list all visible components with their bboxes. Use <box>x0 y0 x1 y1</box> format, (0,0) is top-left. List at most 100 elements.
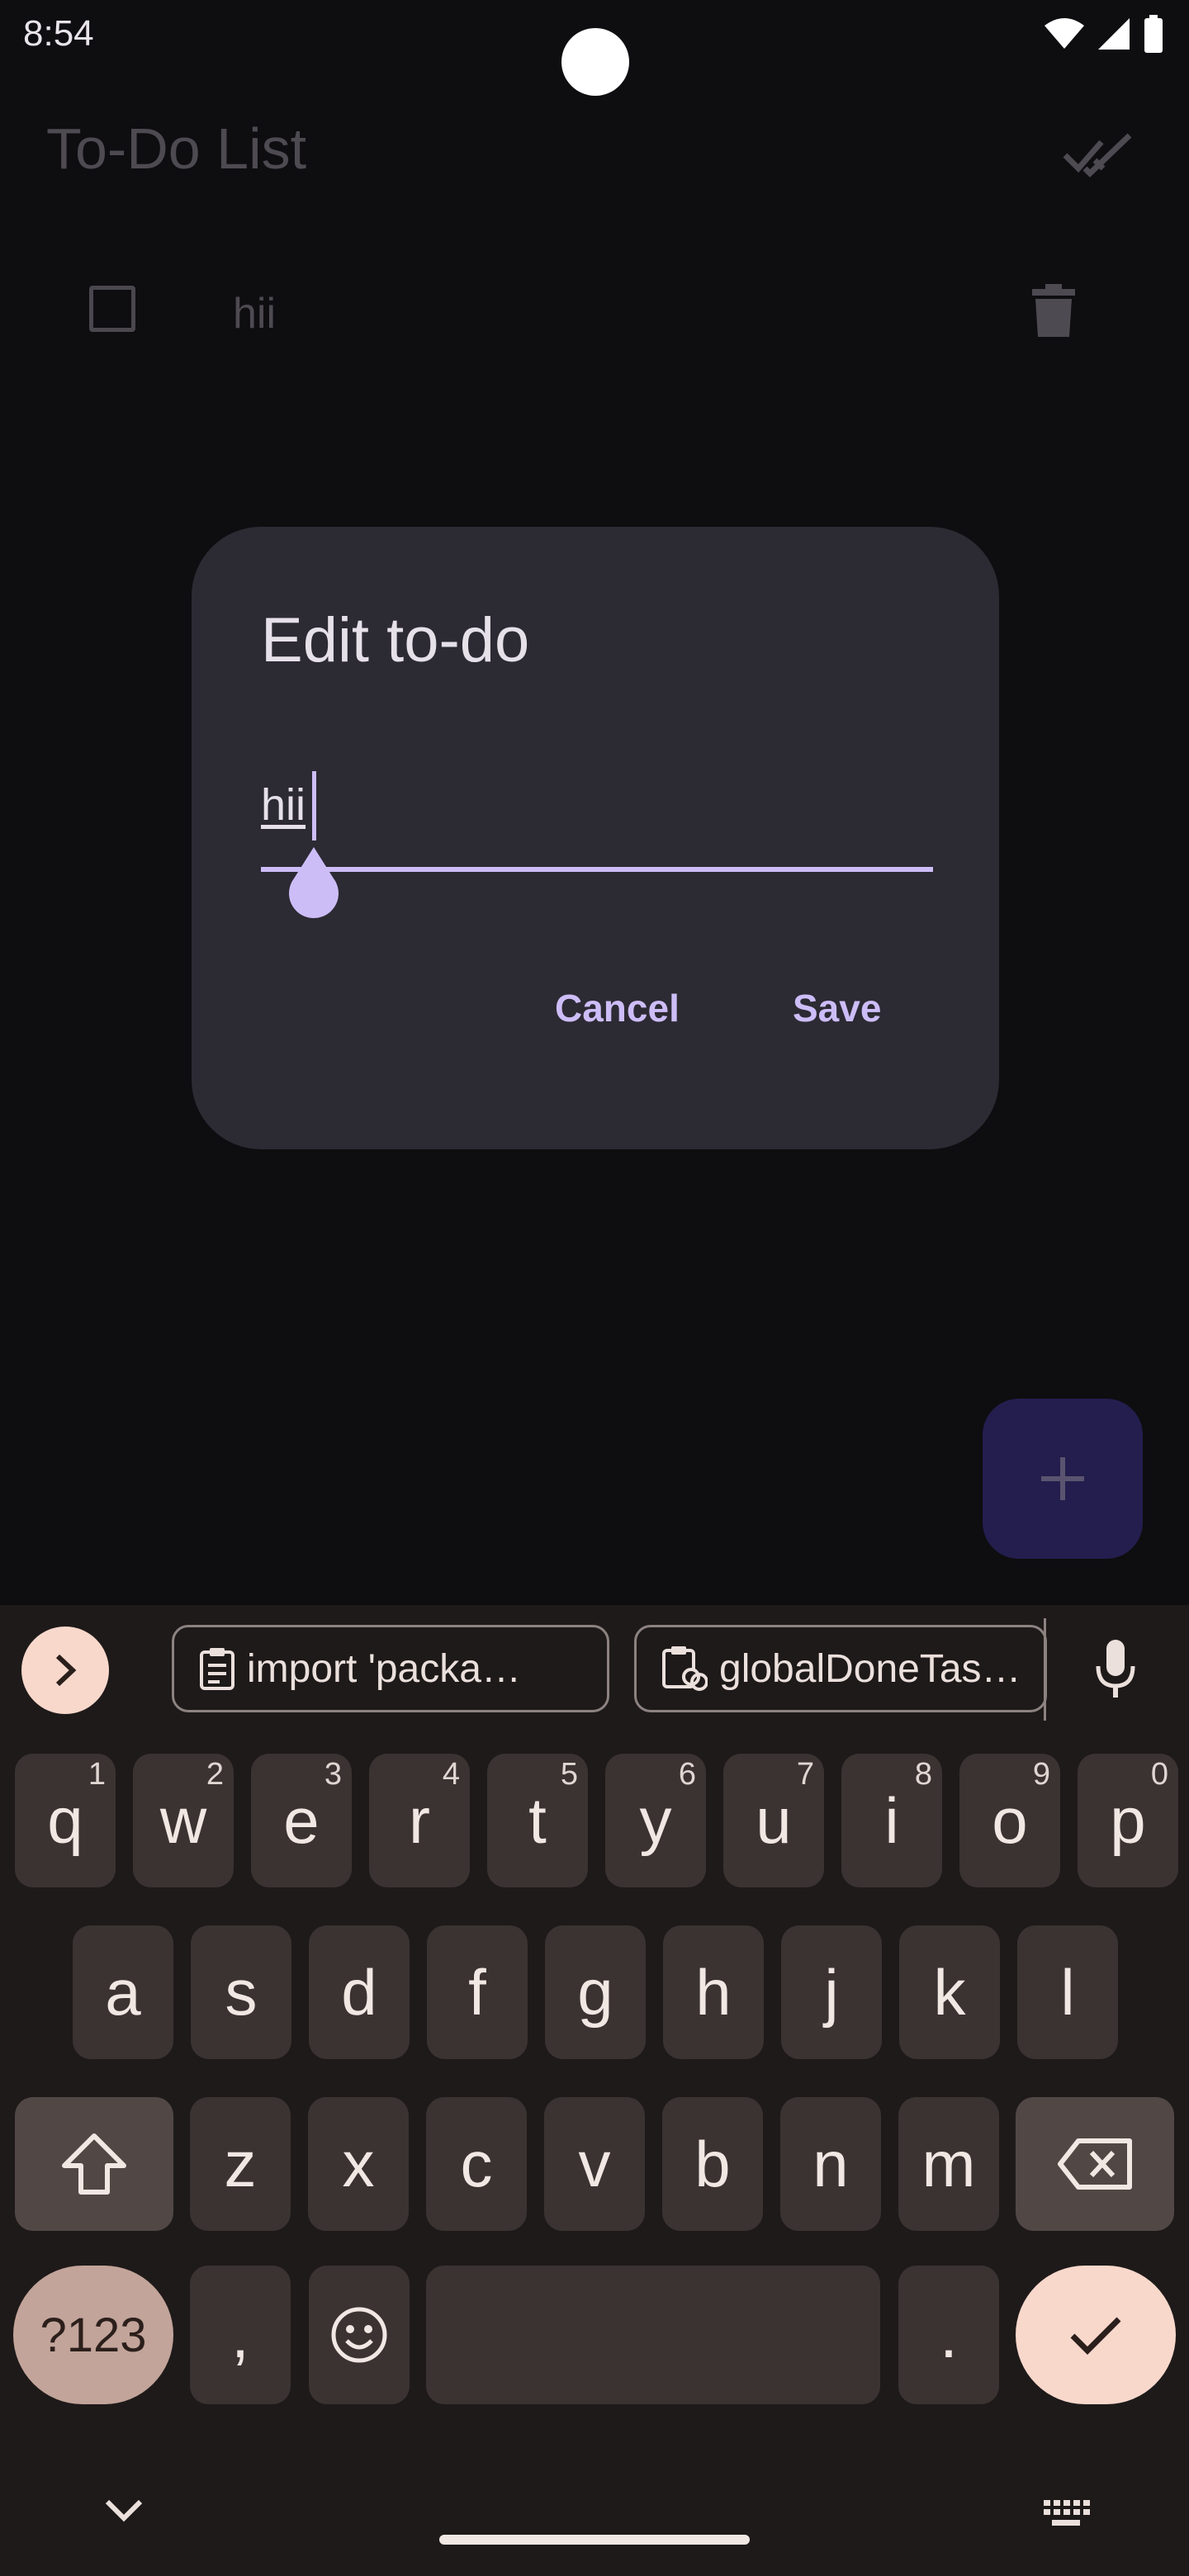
key-hint: 6 <box>678 1757 696 1792</box>
key-u[interactable]: u7 <box>723 1754 824 1887</box>
key-hint: 4 <box>442 1757 460 1792</box>
clipboard-chip[interactable]: globalDoneTas… <box>634 1625 1047 1712</box>
emoji-key[interactable] <box>309 2266 410 2404</box>
key-hint: 1 <box>88 1757 106 1792</box>
key-a[interactable]: a <box>73 1925 173 2059</box>
clipboard-link-icon <box>662 1646 708 1691</box>
clipboard-chip-label: import 'packa… <box>247 1646 521 1691</box>
key-e[interactable]: e3 <box>251 1754 352 1887</box>
status-icons <box>1044 15 1164 53</box>
key-w[interactable]: w2 <box>133 1754 234 1887</box>
key-t[interactable]: t5 <box>487 1754 588 1887</box>
clipboard-chip-label: globalDoneTas… <box>719 1646 1021 1691</box>
key-n[interactable]: n <box>780 2097 881 2231</box>
key-label: w <box>159 1783 207 1857</box>
key-r[interactable]: r4 <box>369 1754 470 1887</box>
key-hint: 5 <box>560 1757 578 1792</box>
key-v[interactable]: v <box>544 2097 645 2231</box>
check-icon <box>1070 2317 1121 2355</box>
app-title: To-Do List <box>46 116 307 181</box>
key-label: e <box>283 1783 320 1857</box>
cursor-handle-icon[interactable] <box>281 839 347 930</box>
key-c[interactable]: c <box>426 2097 527 2231</box>
shift-key[interactable] <box>15 2097 173 2231</box>
key-hint: 0 <box>1150 1757 1168 1792</box>
enter-key[interactable] <box>1016 2266 1176 2404</box>
clipboard-chip[interactable]: import 'packa… <box>172 1625 609 1712</box>
plus-icon <box>1041 1457 1084 1500</box>
input-underline <box>261 867 933 872</box>
todo-item-text[interactable]: hii <box>233 289 276 339</box>
key-h[interactable]: h <box>663 1925 764 2059</box>
done-all-icon[interactable] <box>1060 124 1135 182</box>
period-key[interactable]: . <box>898 2266 999 2404</box>
key-label: k <box>933 1955 966 2029</box>
keyboard-toolbar-toggle[interactable] <box>21 1627 109 1714</box>
key-g[interactable]: g <box>545 1925 646 2059</box>
key-label: v <box>578 2127 611 2200</box>
clipboard-icon <box>200 1648 234 1690</box>
camera-cutout <box>561 28 629 96</box>
key-m[interactable]: m <box>898 2097 999 2231</box>
key-label: m <box>921 2127 976 2200</box>
key-label: p <box>1110 1783 1146 1857</box>
key-label: h <box>695 1955 732 2029</box>
key-label: n <box>812 2127 849 2200</box>
key-b[interactable]: b <box>662 2097 763 2231</box>
todo-text-input[interactable]: hii <box>261 779 306 831</box>
emoji-icon <box>331 2307 387 2363</box>
shift-icon <box>62 2133 126 2195</box>
key-x[interactable]: x <box>308 2097 409 2231</box>
key-hint: 9 <box>1032 1757 1050 1792</box>
key-label: q <box>47 1783 83 1857</box>
key-label: l <box>1060 1955 1075 2029</box>
keyboard-icon[interactable] <box>1042 2498 1090 2528</box>
microphone-icon[interactable] <box>1095 1638 1136 1701</box>
chevron-right-icon <box>55 1654 77 1687</box>
key-q[interactable]: q1 <box>15 1754 116 1887</box>
chevron-down-icon[interactable] <box>102 2497 145 2525</box>
comma-key[interactable]: , <box>190 2266 291 2404</box>
key-label: o <box>992 1783 1028 1857</box>
key-k[interactable]: k <box>899 1925 1000 2059</box>
backspace-icon <box>1058 2138 1132 2190</box>
keyboard: import 'packa… globalDoneTas… ?123 , . q… <box>0 1605 1189 2576</box>
key-j[interactable]: j <box>781 1925 882 2059</box>
key-label: d <box>341 1955 377 2029</box>
backspace-key[interactable] <box>1016 2097 1174 2231</box>
key-l[interactable]: l <box>1017 1925 1118 2059</box>
key-hint: 8 <box>914 1757 932 1792</box>
key-f[interactable]: f <box>427 1925 528 2059</box>
key-label: b <box>694 2127 731 2200</box>
key-y[interactable]: y6 <box>605 1754 706 1887</box>
key-label: c <box>460 2127 493 2200</box>
key-s[interactable]: s <box>191 1925 291 2059</box>
gesture-nav-handle[interactable] <box>439 2535 750 2545</box>
key-o[interactable]: o9 <box>959 1754 1060 1887</box>
chip-divider <box>1044 1618 1046 1721</box>
symbols-key[interactable]: ?123 <box>13 2266 173 2404</box>
space-key[interactable] <box>426 2266 880 2404</box>
key-label: u <box>756 1783 792 1857</box>
key-label: z <box>224 2127 257 2200</box>
key-label: y <box>639 1783 672 1857</box>
delete-icon[interactable] <box>1030 284 1077 339</box>
key-p[interactable]: p0 <box>1078 1754 1178 1887</box>
key-d[interactable]: d <box>309 1925 410 2059</box>
text-cursor <box>312 771 316 841</box>
key-z[interactable]: z <box>190 2097 291 2231</box>
add-todo-button[interactable] <box>983 1399 1143 1559</box>
key-i[interactable]: i8 <box>841 1754 942 1887</box>
key-hint: 7 <box>796 1757 814 1792</box>
key-label: t <box>528 1783 547 1857</box>
key-hint: 2 <box>206 1757 224 1792</box>
key-label: a <box>105 1955 141 2029</box>
save-button[interactable]: Save <box>793 986 881 1030</box>
cancel-button[interactable]: Cancel <box>555 986 680 1030</box>
signal-icon <box>1098 18 1130 50</box>
key-label: x <box>342 2127 375 2200</box>
wifi-icon <box>1045 18 1084 49</box>
key-label: s <box>225 1955 258 2029</box>
key-label: j <box>824 1955 839 2029</box>
todo-checkbox[interactable] <box>89 286 135 332</box>
